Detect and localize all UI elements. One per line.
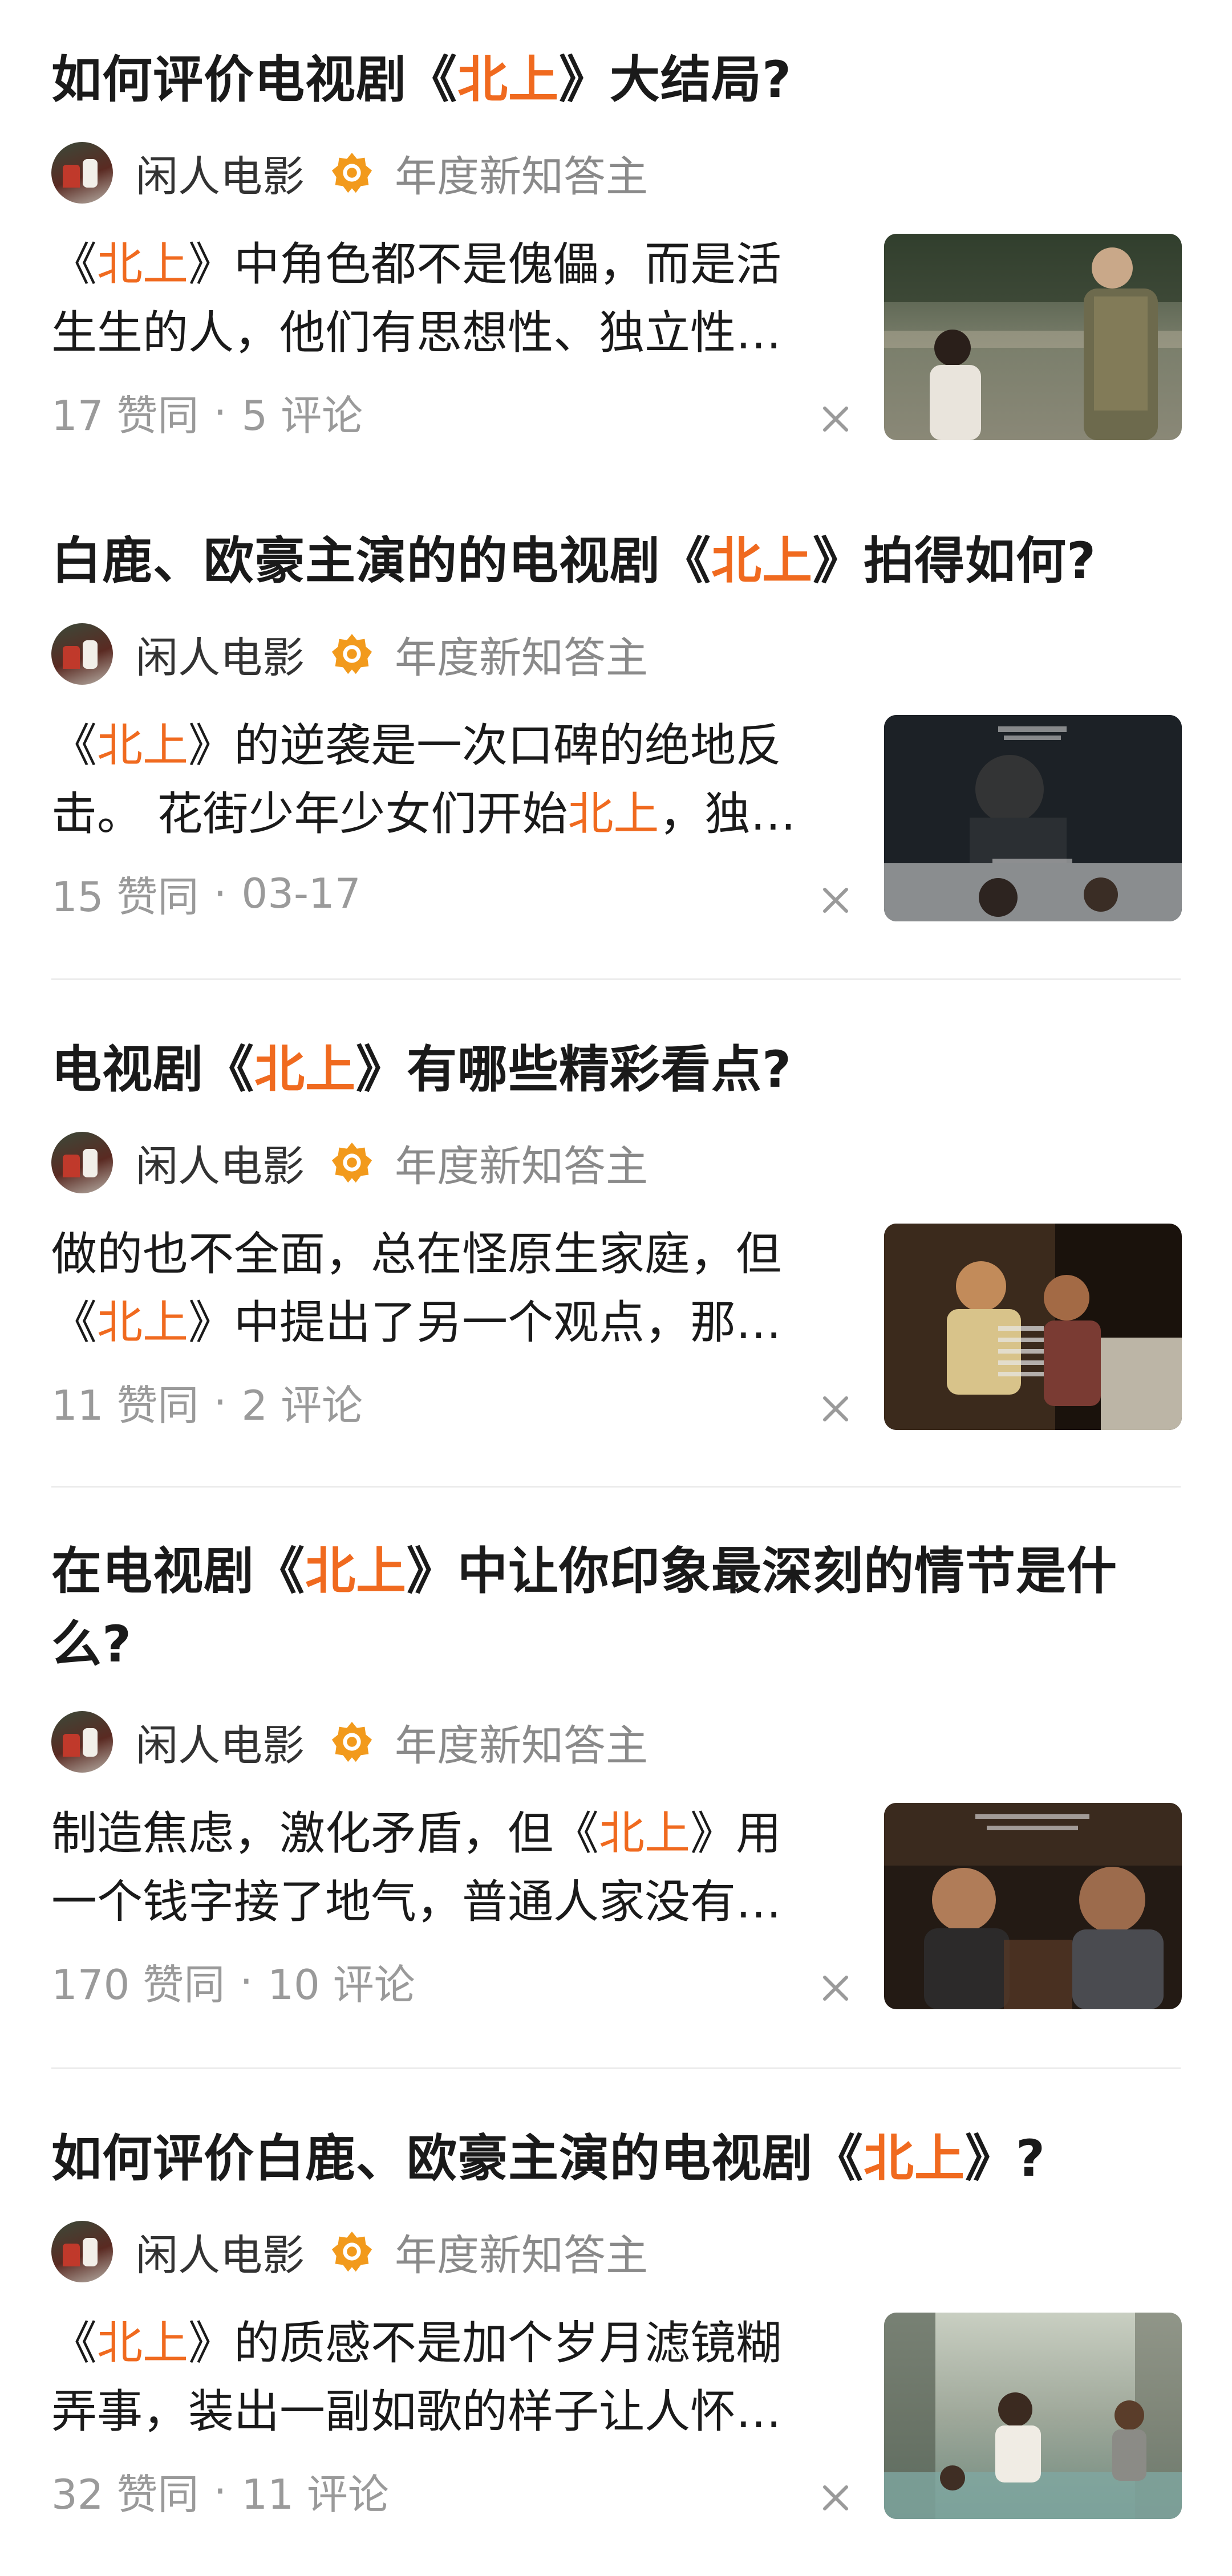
author-avatar[interactable] bbox=[51, 2221, 113, 2282]
answer-card[interactable]: 在电视剧《北上》中让你印象最深刻的情节是什 么? 闲人电影 年度新知答主 制造焦虑… bbox=[0, 1488, 1232, 2070]
close-icon[interactable] bbox=[816, 880, 856, 920]
author-badge: 年度新知答主 bbox=[395, 633, 648, 682]
author-name[interactable]: 闲人电影 bbox=[136, 1132, 305, 1193]
answer-feed: 如何评价电视剧《北上》大结局? 闲人电影 年度新知答主 《北上》中角色都不是傀儡… bbox=[0, 0, 1232, 2576]
answer-date: 03-17 bbox=[241, 869, 361, 917]
answer-thumbnail[interactable] bbox=[884, 1224, 1182, 1430]
answer-card[interactable]: 如何评价白鹿、欧豪主演的电视剧《北上》? 闲人电影 年度新知答主 《北上》的质感… bbox=[0, 2070, 1232, 2576]
answer-thumbnail[interactable] bbox=[884, 1803, 1182, 2009]
author-row[interactable]: 闲人电影 年度新知答主 bbox=[51, 2220, 648, 2283]
answer-excerpt[interactable]: 制造焦虑，激化矛盾，但《北上》用 一个钱字接了地气，普通人家没有… bbox=[51, 1799, 838, 1936]
close-icon[interactable] bbox=[816, 2478, 856, 2518]
question-title[interactable]: 如何评价电视剧《北上》大结局? bbox=[51, 43, 1186, 116]
answer-thumbnail[interactable] bbox=[884, 234, 1182, 440]
answer-excerpt[interactable]: 《北上》的逆袭是一次口碑的绝地反 击。 花街少年少女们开始北上，独… bbox=[51, 712, 838, 848]
author-badge: 年度新知答主 bbox=[395, 152, 648, 201]
verified-badge-icon bbox=[331, 2231, 372, 2272]
verified-badge-icon bbox=[331, 633, 372, 675]
author-name[interactable]: 闲人电影 bbox=[136, 1712, 305, 1773]
answer-meta: 15 赞同 · 03-17 bbox=[51, 863, 361, 923]
answer-excerpt[interactable]: 《北上》中角色都不是傀儡，而是活 生生的人，他们有思想性、独立性… bbox=[51, 230, 838, 367]
answer-meta: 170 赞同 · 10 评论 bbox=[51, 1951, 415, 2011]
author-avatar[interactable] bbox=[51, 1132, 113, 1193]
verified-badge-icon bbox=[331, 1142, 372, 1183]
author-row[interactable]: 闲人电影 年度新知答主 bbox=[51, 1710, 648, 1773]
answer-card[interactable]: 电视剧《北上》有哪些精彩看点? 闲人电影 年度新知答主 做的也不全面，总在怪原生… bbox=[0, 981, 1232, 1488]
question-title[interactable]: 电视剧《北上》有哪些精彩看点? bbox=[51, 1033, 1186, 1106]
author-badge: 年度新知答主 bbox=[395, 2230, 648, 2280]
author-avatar[interactable] bbox=[51, 142, 113, 204]
author-row[interactable]: 闲人电影 年度新知答主 bbox=[51, 141, 648, 204]
card-divider bbox=[51, 978, 1181, 980]
author-name[interactable]: 闲人电影 bbox=[136, 2221, 305, 2282]
like-count: 32 赞同 bbox=[51, 2471, 199, 2518]
card-divider bbox=[51, 1486, 1181, 1488]
answer-meta: 32 赞同 · 11 评论 bbox=[51, 2461, 389, 2521]
close-icon[interactable] bbox=[816, 399, 856, 439]
answer-thumbnail[interactable] bbox=[884, 715, 1182, 921]
author-badge: 年度新知答主 bbox=[395, 1721, 648, 1770]
like-count: 170 赞同 bbox=[51, 1961, 225, 2009]
verified-badge-icon bbox=[331, 152, 372, 193]
comment-count: 10 评论 bbox=[268, 1961, 415, 2009]
answer-thumbnail[interactable] bbox=[884, 2313, 1182, 2519]
author-row[interactable]: 闲人电影 年度新知答主 bbox=[51, 623, 648, 685]
answer-card[interactable]: 白鹿、欧豪主演的的电视剧《北上》拍得如何? 闲人电影 年度新知答主 《北上》的逆… bbox=[0, 479, 1232, 981]
answer-excerpt[interactable]: 做的也不全面，总在怪原生家庭，但 《北上》中提出了另一个观点，那… bbox=[51, 1220, 838, 1357]
author-avatar[interactable] bbox=[51, 1711, 113, 1773]
answer-excerpt[interactable]: 《北上》的质感不是加个岁月滤镜糊 弄事，装出一副如歌的样子让人怀… bbox=[51, 2309, 838, 2446]
question-title[interactable]: 如何评价白鹿、欧豪主演的电视剧《北上》? bbox=[51, 2122, 1186, 2195]
close-icon[interactable] bbox=[816, 1968, 856, 2008]
like-count: 15 赞同 bbox=[51, 873, 199, 921]
like-count: 17 赞同 bbox=[51, 392, 199, 440]
author-row[interactable]: 闲人电影 年度新知答主 bbox=[51, 1131, 648, 1194]
comment-count: 11 评论 bbox=[241, 2471, 389, 2518]
question-title[interactable]: 在电视剧《北上》中让你印象最深刻的情节是什 么? bbox=[51, 1535, 1186, 1681]
question-title[interactable]: 白鹿、欧豪主演的的电视剧《北上》拍得如何? bbox=[51, 525, 1186, 598]
answer-meta: 11 赞同 · 2 评论 bbox=[51, 1372, 363, 1432]
card-divider bbox=[51, 2067, 1181, 2069]
like-count: 11 赞同 bbox=[51, 1382, 199, 1429]
author-badge: 年度新知答主 bbox=[395, 1141, 648, 1191]
answer-card[interactable]: 如何评价电视剧《北上》大结局? 闲人电影 年度新知答主 《北上》中角色都不是傀儡… bbox=[0, 0, 1232, 479]
answer-meta: 17 赞同 · 5 评论 bbox=[51, 382, 363, 442]
close-icon[interactable] bbox=[816, 1389, 856, 1429]
author-name[interactable]: 闲人电影 bbox=[136, 143, 305, 204]
author-name[interactable]: 闲人电影 bbox=[136, 624, 305, 685]
comment-count: 5 评论 bbox=[241, 392, 363, 440]
comment-count: 2 评论 bbox=[241, 1382, 363, 1429]
verified-badge-icon bbox=[331, 1721, 372, 1762]
author-avatar[interactable] bbox=[51, 623, 113, 685]
